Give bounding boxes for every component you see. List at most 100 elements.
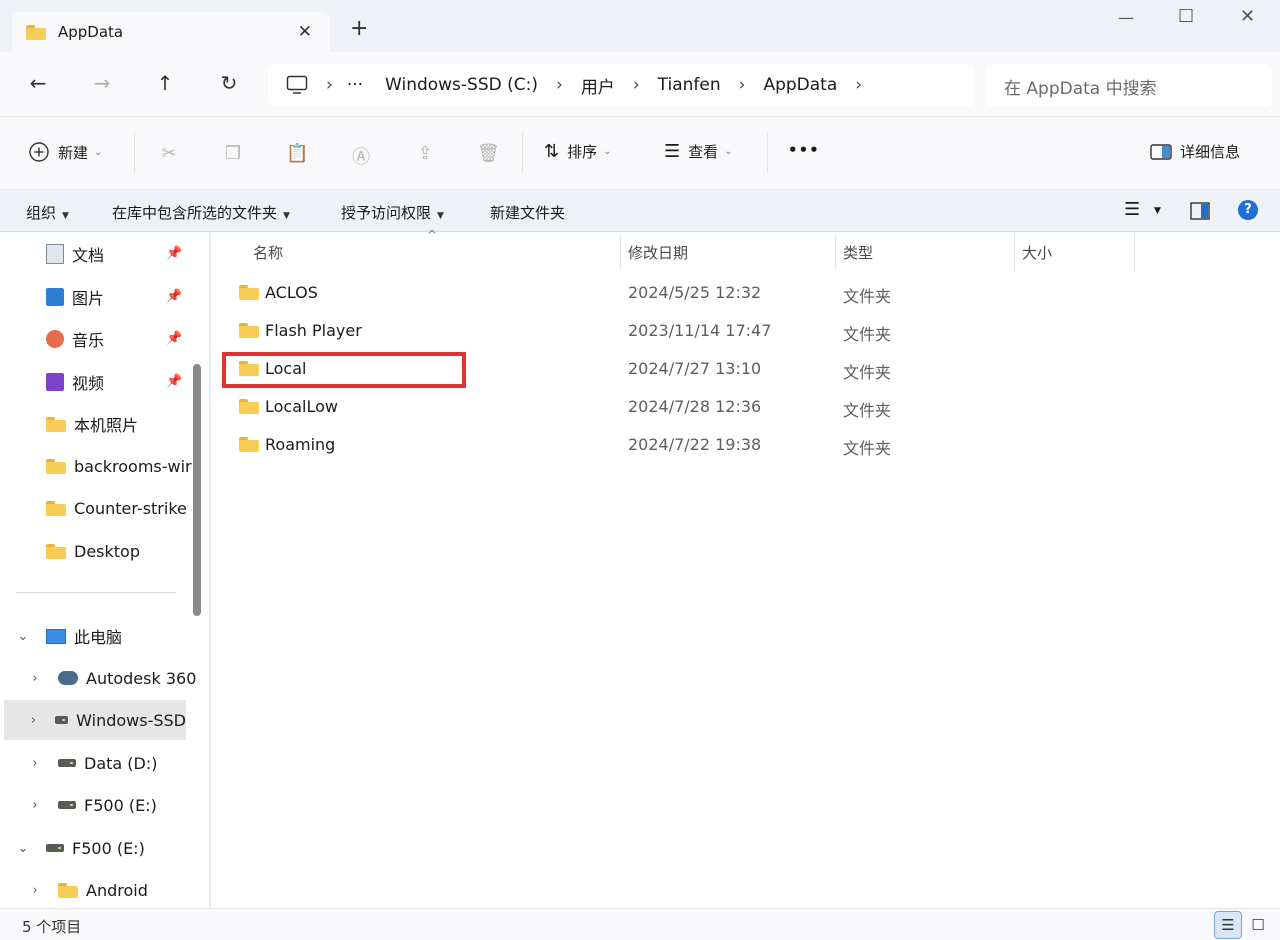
- refresh-button[interactable]: ↻: [217, 72, 241, 96]
- cut-icon[interactable]: ✂: [158, 143, 180, 165]
- large-icons-view-button[interactable]: ☐: [1244, 911, 1272, 939]
- sidebar-item-this-pc[interactable]: ⌄ 此电脑: [16, 616, 122, 656]
- chevron-right-icon[interactable]: ›: [556, 75, 563, 95]
- column-divider[interactable]: [1134, 234, 1135, 270]
- organize-menu[interactable]: 组织 ▼: [26, 202, 69, 223]
- breadcrumb-windows-ssd[interactable]: Windows-SSD (C:): [385, 75, 538, 95]
- table-row[interactable]: ACLOS 2024/5/25 12:32 文件夹: [225, 275, 1265, 311]
- sidebar-item-desktop[interactable]: Desktop: [46, 531, 140, 571]
- sidebar-item-pictures[interactable]: 图片: [46, 277, 104, 317]
- more-options-button[interactable]: •••: [788, 141, 820, 159]
- chevron-right-icon[interactable]: ›: [28, 756, 42, 771]
- column-header-type[interactable]: 类型: [843, 242, 873, 263]
- details-view-button[interactable]: ☰: [1214, 911, 1242, 939]
- column-header-name[interactable]: 名称: [253, 242, 283, 263]
- drive-icon: [58, 759, 76, 767]
- column-header-modified[interactable]: 修改日期: [628, 242, 688, 263]
- pin-icon[interactable]: 📌: [166, 331, 182, 346]
- delete-icon[interactable]: 🗑: [477, 143, 500, 165]
- breadcrumb-users[interactable]: 用户: [581, 73, 615, 98]
- column-divider[interactable]: [620, 234, 621, 270]
- pin-icon[interactable]: 📌: [166, 246, 182, 261]
- divider: [134, 133, 135, 173]
- paste-icon[interactable]: 📋: [286, 143, 308, 165]
- chevron-down-icon[interactable]: ⌄: [16, 629, 30, 644]
- sidebar-item-documents[interactable]: 文档: [46, 234, 104, 274]
- chevron-down-icon[interactable]: ⌄: [16, 841, 30, 856]
- view-button[interactable]: ☰ 查看 ⌄: [664, 141, 733, 162]
- file-date: 2023/11/14 17:47: [628, 321, 772, 340]
- file-name: ACLOS: [265, 283, 318, 302]
- folder-icon: [239, 399, 259, 414]
- column-divider[interactable]: [835, 234, 836, 270]
- new-tab-button[interactable]: +: [350, 18, 368, 40]
- file-type: 文件夹: [843, 325, 892, 344]
- chevron-down-icon[interactable]: ▼: [1154, 206, 1161, 216]
- table-row[interactable]: Flash Player 2023/11/14 17:47 文件夹: [225, 313, 1265, 349]
- sidebar-item-f500[interactable]: › F500 (E:): [28, 785, 156, 825]
- view-options-icon[interactable]: ☰: [1124, 199, 1140, 220]
- column-header-size[interactable]: 大小: [1022, 242, 1052, 263]
- address-bar[interactable]: › ··· Windows-SSD (C:) › 用户 › Tianfen › …: [268, 64, 974, 106]
- divider: [522, 133, 523, 173]
- sidebar-item-android[interactable]: › Android: [28, 870, 147, 908]
- file-name: LocalLow: [265, 397, 338, 416]
- minimize-button[interactable]: —: [1118, 8, 1134, 27]
- maximize-button[interactable]: ☐: [1178, 6, 1194, 27]
- file-type: 文件夹: [843, 287, 892, 306]
- pin-icon[interactable]: 📌: [166, 289, 182, 304]
- sidebar-item-windows-ssd[interactable]: › Windows-SSD: [4, 700, 186, 740]
- chevron-right-icon[interactable]: ›: [28, 798, 42, 813]
- share-icon[interactable]: ⇪: [414, 143, 436, 165]
- sidebar-item-videos[interactable]: 视频: [46, 362, 104, 402]
- chevron-right-icon[interactable]: ›: [739, 75, 746, 95]
- preview-pane-icon[interactable]: [1190, 202, 1210, 220]
- sort-button[interactable]: ⇅ 排序 ⌄: [544, 141, 612, 162]
- sidebar-item-backrooms[interactable]: backrooms-wir: [46, 446, 192, 486]
- details-pane-button[interactable]: 详细信息: [1150, 141, 1240, 162]
- videos-icon: [46, 373, 64, 391]
- legacy-ribbon: 组织 ▼ 在库中包含所选的文件夹 ▼ 授予访问权限 ▼ 新建文件夹 ☰ ▼ ?: [0, 190, 1280, 232]
- plus-circle-icon: [29, 142, 49, 162]
- back-button[interactable]: ←: [26, 72, 50, 96]
- close-window-button[interactable]: ✕: [1240, 6, 1255, 27]
- rename-icon[interactable]: Ⓐ: [350, 143, 372, 168]
- new-button[interactable]: 新建 ⌄: [28, 141, 102, 163]
- tab-appdata[interactable]: AppData ✕: [12, 12, 330, 52]
- sidebar-item-autodesk[interactable]: › Autodesk 360: [28, 658, 196, 698]
- search-input[interactable]: 在 AppData 中搜索: [986, 64, 1272, 106]
- sidebar-item-music[interactable]: 音乐: [46, 319, 104, 359]
- view-icon: ☰: [664, 141, 681, 162]
- sidebar-item-counter-strike[interactable]: Counter-strike: [46, 488, 187, 528]
- sidebar-scroll-thumb[interactable]: [193, 364, 201, 616]
- windows-drive-icon: [54, 716, 69, 724]
- table-row[interactable]: LocalLow 2024/7/28 12:36 文件夹: [225, 389, 1265, 425]
- sidebar-item-data-d[interactable]: › Data (D:): [28, 743, 157, 783]
- tab-close-icon[interactable]: ✕: [298, 22, 312, 42]
- sort-label: 排序: [567, 143, 598, 161]
- include-in-library-menu[interactable]: 在库中包含所选的文件夹 ▼: [112, 202, 290, 223]
- table-row[interactable]: Roaming 2024/7/22 19:38 文件夹: [225, 427, 1265, 463]
- help-icon[interactable]: ?: [1238, 200, 1258, 220]
- new-folder-button[interactable]: 新建文件夹: [490, 202, 565, 223]
- column-divider[interactable]: [1014, 234, 1015, 270]
- breadcrumb-appdata[interactable]: AppData: [763, 75, 837, 95]
- pictures-icon: [46, 288, 64, 306]
- folder-icon: [239, 285, 259, 300]
- pin-icon[interactable]: 📌: [166, 374, 182, 389]
- breadcrumb-more[interactable]: ···: [347, 75, 363, 95]
- chevron-right-icon[interactable]: ›: [633, 75, 640, 95]
- up-button[interactable]: ↑: [153, 72, 177, 96]
- chevron-right-icon[interactable]: ›: [326, 75, 333, 95]
- grant-access-menu[interactable]: 授予访问权限 ▼: [341, 202, 444, 223]
- chevron-right-icon[interactable]: ›: [28, 671, 42, 686]
- chevron-right-icon[interactable]: ›: [855, 75, 862, 95]
- sidebar-item-f500-root[interactable]: ⌄ F500 (E:): [16, 828, 145, 868]
- chevron-right-icon[interactable]: ›: [28, 883, 42, 898]
- copy-icon[interactable]: ❐: [222, 143, 244, 165]
- file-date: 2024/7/22 19:38: [628, 435, 762, 454]
- chevron-right-icon[interactable]: ›: [28, 713, 39, 728]
- forward-button[interactable]: →: [90, 72, 114, 96]
- breadcrumb-tianfen[interactable]: Tianfen: [658, 75, 721, 95]
- sidebar-item-local-photos[interactable]: 本机照片: [46, 404, 138, 444]
